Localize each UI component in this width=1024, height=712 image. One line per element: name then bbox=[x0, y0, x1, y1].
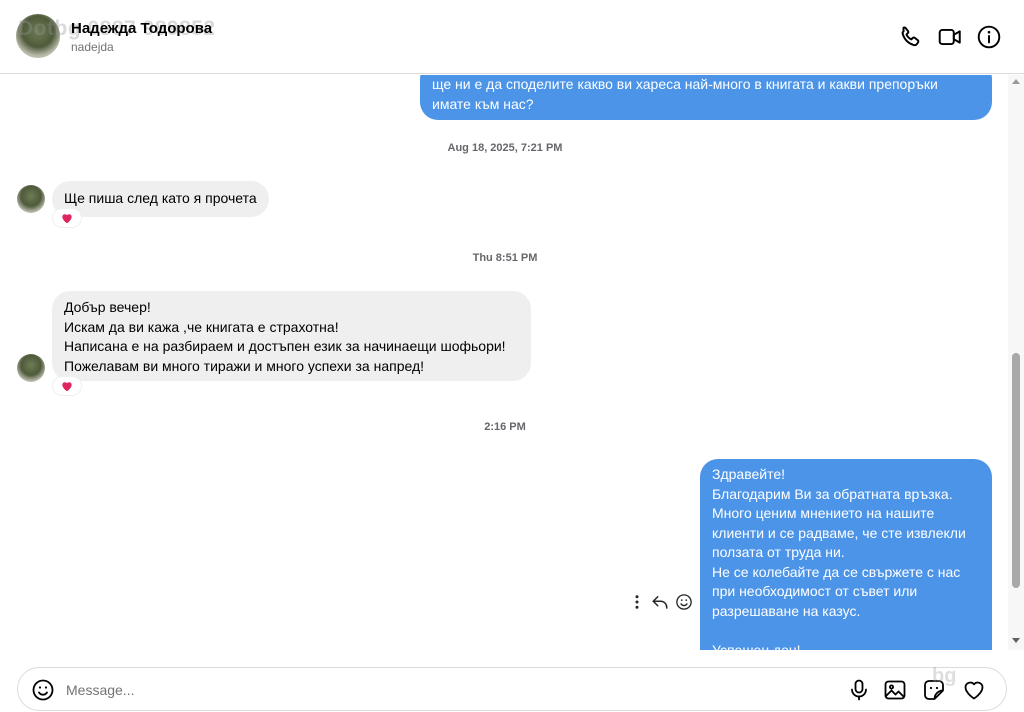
incoming-message[interactable]: Ще пиша след като я прочета bbox=[52, 181, 269, 217]
emoji-icon[interactable] bbox=[31, 678, 55, 702]
video-call-icon[interactable] bbox=[937, 24, 963, 50]
scroll-down-arrow-icon[interactable] bbox=[1012, 638, 1020, 643]
outgoing-message[interactable]: ще ни е да споделите какво ви хареса най… bbox=[420, 75, 992, 120]
image-icon[interactable] bbox=[883, 678, 907, 702]
brand-watermark: bg bbox=[932, 665, 957, 687]
message-composer bbox=[17, 667, 1007, 711]
heart-reaction[interactable] bbox=[53, 209, 81, 227]
timestamp: Aug 18, 2025, 7:21 PM bbox=[447, 142, 563, 154]
sender-avatar[interactable] bbox=[17, 354, 45, 382]
scroll-up-arrow-icon[interactable] bbox=[1012, 79, 1020, 84]
contact-name[interactable]: Надежда Тодорова bbox=[71, 20, 212, 37]
thread-scrollbar[interactable] bbox=[1008, 75, 1024, 650]
microphone-icon[interactable] bbox=[847, 678, 871, 702]
sender-avatar[interactable] bbox=[17, 185, 45, 213]
phone-icon[interactable] bbox=[898, 24, 924, 50]
scrollbar-thumb[interactable] bbox=[1012, 353, 1020, 588]
chat-header: Dotbg 0887 989852 Надежда Тодорова nadej… bbox=[0, 0, 1024, 74]
heart-icon[interactable] bbox=[962, 678, 986, 702]
reply-icon[interactable] bbox=[651, 593, 669, 611]
message-thread[interactable]: ще ни е да споделите какво ви хареса най… bbox=[0, 75, 1008, 650]
more-icon[interactable] bbox=[628, 593, 646, 611]
outgoing-message[interactable]: Здравейте! Благодарим Ви за обратната вр… bbox=[700, 459, 992, 650]
timestamp: 2:16 PM bbox=[484, 421, 526, 433]
heart-reaction[interactable] bbox=[53, 377, 81, 395]
emoji-react-icon[interactable] bbox=[675, 593, 693, 611]
contact-username: nadejda bbox=[71, 40, 114, 54]
incoming-message[interactable]: Добър вечер! Искам да ви кажа ,че книгат… bbox=[52, 291, 531, 381]
timestamp: Thu 8:51 PM bbox=[472, 252, 538, 264]
info-icon[interactable] bbox=[976, 24, 1002, 50]
message-input[interactable] bbox=[66, 678, 826, 702]
